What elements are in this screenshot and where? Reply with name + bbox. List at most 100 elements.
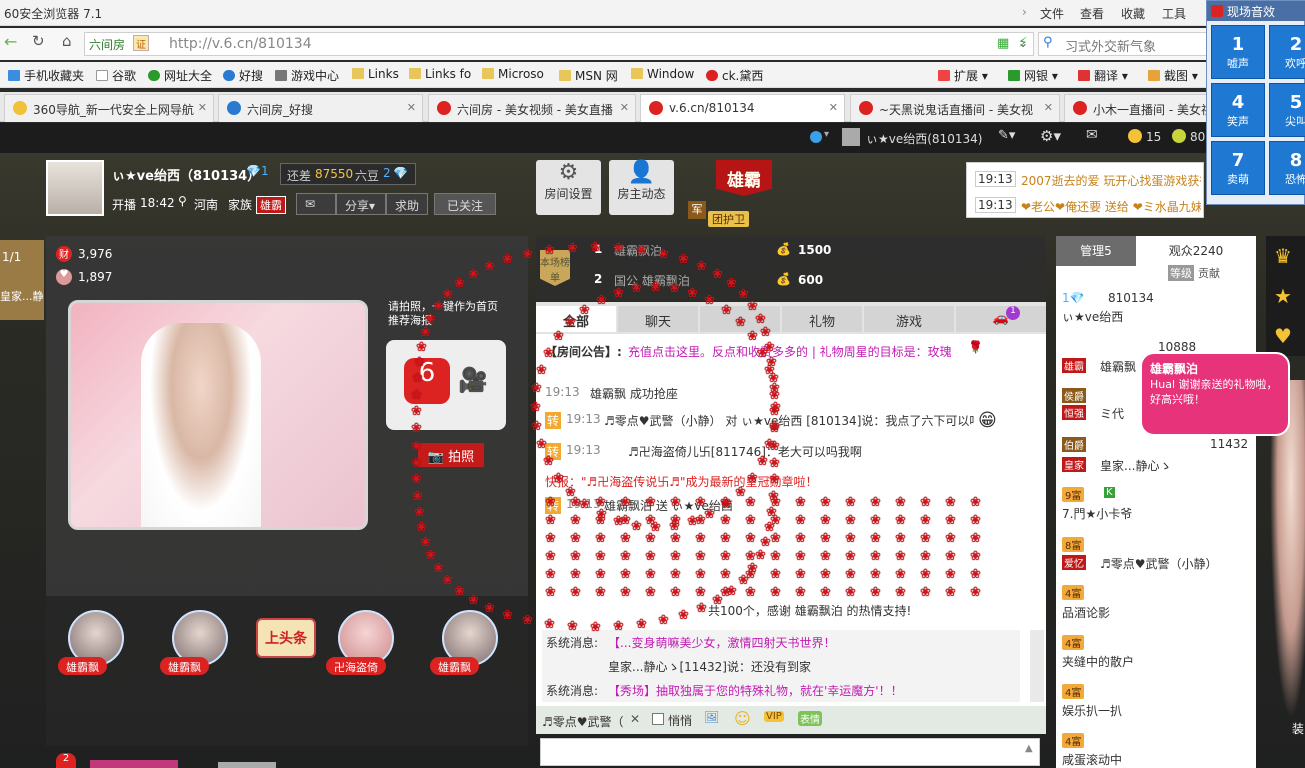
url-field[interactable]: 六间房 证 http://v.6.cn/810134 ▦ ⚡ (84, 32, 1034, 56)
chevron-up-icon[interactable]: ▲ (1025, 743, 1033, 754)
chevron-down-icon[interactable]: ⌄ (1018, 36, 1028, 50)
sticker-icon[interactable]: 表情 (798, 711, 822, 726)
user-name[interactable]: ♬零点♥武警（小静） (1100, 555, 1218, 572)
user-name[interactable]: 7.門★小卡爷 (1062, 505, 1132, 522)
follow-button[interactable]: 已关注 (434, 193, 496, 215)
chat-scrollbar[interactable] (1030, 630, 1044, 702)
sort-by-contribution[interactable]: 贡献 (1198, 265, 1220, 281)
sound-button[interactable]: 1 嘘声 (1211, 25, 1265, 79)
cert-icon[interactable]: 证 (133, 35, 149, 51)
browser-tab[interactable]: 六间房 - 美女视频 - 美女直播 ✕ (428, 94, 636, 122)
rank-name[interactable]: 国公 雄霸飘泊 (614, 272, 690, 289)
forward-badge[interactable]: 转 (545, 443, 562, 460)
tab-viewers[interactable]: 观众2240 (1136, 236, 1256, 266)
user-name[interactable]: 夹缝中的散户 (1062, 653, 1134, 670)
browser-tab[interactable]: 360导航_新一代安全上网导航 ✕ (4, 94, 214, 122)
star-icon[interactable]: ★ (1274, 284, 1292, 308)
user-name[interactable]: 皇家...静心ゝ (1100, 457, 1171, 474)
qr-icon[interactable]: ▦ (997, 36, 1009, 51)
photo-button[interactable]: 📷 拍照 (418, 443, 484, 467)
gear-icon[interactable]: ⚙▾ (1040, 127, 1061, 145)
image-icon[interactable]: 🖼 (704, 710, 719, 724)
tab-other[interactable] (700, 306, 780, 332)
tab-cars[interactable]: 🚗 (956, 306, 1046, 332)
forward-badge[interactable]: 转 (545, 497, 562, 514)
user-name[interactable]: ぃ★ve绐西 (1062, 308, 1123, 325)
back-icon[interactable]: ← (4, 32, 17, 51)
sound-button[interactable]: 7 卖萌 (1211, 141, 1265, 195)
chat-target[interactable]: ♬零点♥武警（ (542, 713, 626, 730)
camera-box[interactable]: 6 🎥 (386, 340, 506, 430)
share-button[interactable]: 分享▾ (336, 193, 386, 215)
close-icon[interactable]: ✕ (407, 101, 416, 114)
host-feed-button[interactable]: 👤 房主动态 (609, 160, 674, 215)
room-settings-button[interactable]: ⚙ 房间设置 (536, 160, 601, 215)
menu-tools[interactable]: 工具 (1162, 5, 1186, 22)
host-avatar[interactable] (46, 160, 104, 216)
search-input[interactable]: ⚲ 习式外交新气象 (1038, 32, 1208, 56)
browser-tab[interactable]: ~天黑说鬼话直播间 - 美女视 ✕ (850, 94, 1060, 122)
sound-button[interactable]: 8 恐怖 (1269, 141, 1305, 195)
browser-tab-active[interactable]: v.6.cn/810134 ✕ (640, 94, 845, 122)
browser-tab[interactable]: 六间房_好搜 ✕ (218, 94, 423, 122)
edit-icon[interactable]: ✎▾ (998, 128, 1015, 143)
chevron-down-icon[interactable]: ▾ (824, 129, 829, 140)
bookmark-folder[interactable]: Links (352, 67, 399, 81)
sound-button[interactable]: 4 笑声 (1211, 83, 1265, 137)
crown-icon[interactable]: ♛ (1274, 244, 1292, 268)
menu-view[interactable]: 查看 (1080, 5, 1104, 22)
notice-text[interactable]: 充值点击这里。反点和收费多多的 | 礼物周星的目标是：玫瑰 (628, 343, 988, 360)
vip-icon[interactable]: VIP (764, 711, 784, 722)
menu-favorites[interactable]: 收藏 (1121, 5, 1145, 22)
gift-bar[interactable] (90, 760, 178, 768)
rank-name[interactable]: 雄霸飘泊 (614, 242, 662, 259)
system-text[interactable]: 【...变身萌嘛美少女，激情四射天书世界！ (608, 634, 1008, 651)
bookmark-item[interactable]: ck.黛西 (706, 67, 763, 84)
ranking-label[interactable]: 本场榜单 (540, 250, 570, 286)
headline-sign[interactable]: 上头条 (256, 618, 316, 658)
translate-button[interactable]: 翻译 ▾ (1078, 67, 1128, 84)
bookmark-item[interactable]: 谷歌 (96, 67, 136, 84)
chevron-right-icon[interactable]: › (1022, 5, 1027, 19)
close-icon[interactable]: ✕ (620, 101, 629, 114)
heart-icon[interactable]: ♥ (1274, 324, 1292, 348)
bookmark-item[interactable]: 游戏中心 (275, 67, 339, 84)
netbank-button[interactable]: 网银 ▾ (1008, 67, 1058, 84)
forward-badge[interactable]: 转 (545, 412, 562, 429)
sound-button[interactable]: 5 尖叫 (1269, 83, 1305, 137)
bookmark-item[interactable]: 手机收藏夹 (8, 67, 84, 84)
screenshot-button[interactable]: 截图 ▾ (1148, 67, 1198, 84)
system-text[interactable]: 【秀场】抽取独属于您的特殊礼物，就在'幸运魔方'！！ (608, 682, 1008, 699)
sound-button[interactable]: 2 欢呼 (1269, 25, 1305, 79)
bookmark-item[interactable]: 网址大全 (148, 67, 212, 84)
bookmark-folder[interactable]: MSN 网 (559, 67, 618, 84)
tab-admins[interactable]: 管理5 (1056, 236, 1136, 266)
user-name[interactable]: 咸蛋滚动中 (1062, 751, 1122, 768)
side-panel[interactable]: 1/1 皇家...静 (0, 240, 44, 320)
close-icon[interactable]: ✕ (829, 101, 838, 114)
bookmark-folder[interactable]: Microso (482, 67, 544, 81)
help-button[interactable]: 求助 (386, 193, 428, 215)
extensions-button[interactable]: 扩展 ▾ (938, 67, 988, 84)
mail-icon[interactable]: ✉ (1086, 127, 1098, 143)
family-badge[interactable]: 雄霸 (256, 196, 286, 214)
video-player[interactable] (68, 300, 368, 530)
close-icon[interactable]: ✕ (198, 101, 207, 114)
bookmark-folder[interactable]: Links fo (409, 67, 471, 81)
close-icon[interactable]: ✕ (1044, 101, 1053, 114)
sort-by-level[interactable]: 等级 (1168, 265, 1194, 281)
bookmark-folder[interactable]: Window (631, 67, 694, 81)
guard-banner[interactable]: 雄霸 (716, 160, 772, 196)
bookmark-item[interactable]: 好搜 (223, 67, 263, 84)
tab-gifts[interactable]: 礼物 (782, 306, 862, 332)
private-checkbox[interactable] (652, 713, 664, 725)
tab-all[interactable]: 全部 (536, 306, 616, 332)
tab-chat[interactable]: 聊天 (618, 306, 698, 332)
emoji-icon[interactable]: ☺ (734, 709, 751, 728)
browser-tab[interactable]: 小木一直播间 - 美女视 (1064, 94, 1214, 122)
user-name[interactable]: 品酒论影 (1062, 604, 1110, 621)
refresh-icon[interactable]: ↻ (32, 32, 45, 50)
gift-bar[interactable] (218, 762, 276, 768)
avatar[interactable] (842, 128, 860, 146)
menu-file[interactable]: 文件 (1040, 5, 1064, 22)
